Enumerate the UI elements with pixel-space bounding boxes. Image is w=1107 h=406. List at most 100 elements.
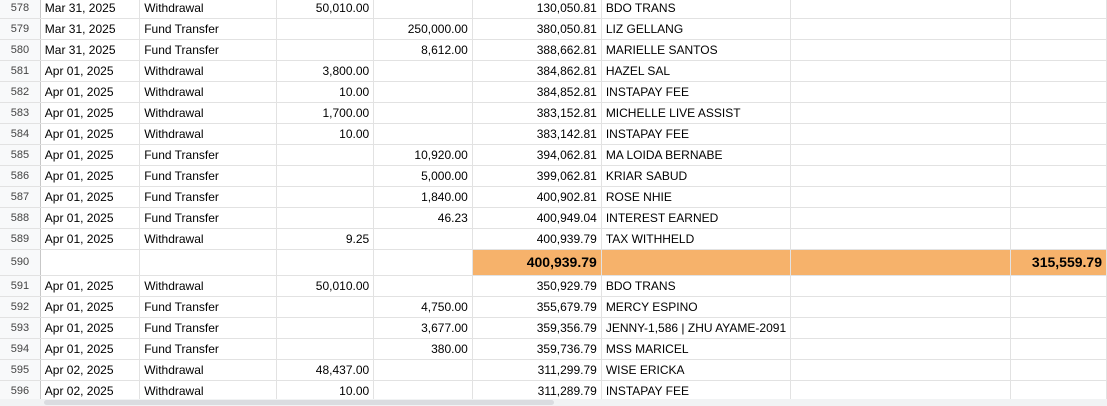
date-cell[interactable]: Apr 01, 2025 [40, 228, 141, 250]
row-header[interactable]: 581 [0, 60, 41, 82]
cell[interactable] [790, 275, 1012, 297]
balance-cell[interactable]: 400,902.81 [472, 186, 602, 208]
type-cell[interactable]: Fund Transfer [139, 338, 277, 360]
debit-cell[interactable]: 50,010.00 [276, 0, 375, 19]
table-row[interactable]: 582 Apr 01, 2025 Withdrawal 10.00 384,852.81… [0, 81, 1107, 103]
row-header[interactable]: 587 [0, 186, 41, 208]
cell[interactable] [1010, 165, 1107, 187]
cell[interactable] [1010, 296, 1107, 318]
table-row[interactable]: 592 Apr 01, 2025 Fund Transfer 4,750.00 355,… [0, 296, 1107, 318]
balance-cell[interactable]: 399,062.81 [472, 165, 602, 187]
table-row[interactable]: 586 Apr 01, 2025 Fund Transfer 5,000.00 399,… [0, 165, 1107, 187]
row-header[interactable]: 589 [0, 228, 41, 250]
cell[interactable] [1010, 207, 1107, 229]
description-cell[interactable]: WISE ERICKA [601, 359, 792, 381]
debit-cell[interactable] [276, 207, 375, 229]
table-row[interactable]: 587 Apr 01, 2025 Fund Transfer 1,840.00 400,… [0, 186, 1107, 208]
description-cell[interactable]: MARIELLE SANTOS [601, 39, 792, 61]
type-cell[interactable]: Fund Transfer [139, 186, 277, 208]
balance-cell[interactable]: 384,852.81 [472, 81, 602, 103]
debit-cell[interactable] [276, 296, 375, 318]
description-cell[interactable]: JENNY-1,586 | ZHU AYAME-2091 [601, 317, 792, 339]
date-cell[interactable]: Apr 01, 2025 [40, 275, 141, 297]
table-row[interactable]: 578 Mar 31, 2025 Withdrawal 50,010.00 130,05… [0, 0, 1107, 19]
type-cell[interactable]: Withdrawal [139, 60, 277, 82]
cell[interactable] [1010, 186, 1107, 208]
table-row[interactable]: 581 Apr 01, 2025 Withdrawal 3,800.00 384,862… [0, 60, 1107, 82]
cell[interactable] [790, 60, 1012, 82]
row-header[interactable]: 584 [0, 123, 41, 145]
row-header[interactable]: 585 [0, 144, 41, 166]
type-cell[interactable]: Fund Transfer [139, 296, 277, 318]
row-header[interactable]: 578 [0, 0, 41, 19]
description-cell[interactable]: ROSE NHIE [601, 186, 792, 208]
type-cell[interactable]: Fund Transfer [139, 207, 277, 229]
cell[interactable] [790, 317, 1012, 339]
row-header[interactable]: 588 [0, 207, 41, 229]
cell[interactable] [790, 207, 1012, 229]
description-cell[interactable]: TAX WITHHELD [601, 228, 792, 250]
balance-cell[interactable]: 394,062.81 [472, 144, 602, 166]
cell[interactable] [1010, 144, 1107, 166]
cell[interactable] [1010, 275, 1107, 297]
description-cell[interactable]: HAZEL SAL [601, 60, 792, 82]
date-cell[interactable]: Apr 01, 2025 [40, 207, 141, 229]
description-cell[interactable]: KRIAR SABUD [601, 165, 792, 187]
balance-cell[interactable]: 130,050.81 [472, 0, 602, 19]
credit-cell[interactable]: 8,612.00 [373, 39, 473, 61]
table-row[interactable]: 583 Apr 01, 2025 Withdrawal 1,700.00 383,152… [0, 102, 1107, 124]
row-header[interactable]: 590 [0, 249, 41, 276]
description-cell[interactable]: LIZ GELLANG [601, 18, 792, 40]
table-row[interactable]: 593 Apr 01, 2025 Fund Transfer 3,677.00 359,… [0, 317, 1107, 339]
cell[interactable] [1010, 39, 1107, 61]
horizontal-scrollbar-thumb[interactable] [44, 400, 554, 405]
debit-cell[interactable] [276, 165, 375, 187]
date-cell[interactable]: Apr 01, 2025 [40, 81, 141, 103]
cell[interactable] [1010, 359, 1107, 381]
credit-cell[interactable]: 5,000.00 [373, 165, 473, 187]
date-cell[interactable]: Apr 01, 2025 [40, 338, 141, 360]
type-cell[interactable]: Withdrawal [139, 228, 277, 250]
balance-cell[interactable]: 355,679.79 [472, 296, 602, 318]
credit-cell[interactable] [373, 228, 473, 250]
row-header[interactable]: 580 [0, 39, 41, 61]
description-cell[interactable]: BDO TRANS [601, 275, 792, 297]
credit-cell[interactable] [373, 359, 473, 381]
date-cell[interactable]: Apr 01, 2025 [40, 165, 141, 187]
credit-cell[interactable] [373, 81, 473, 103]
balance-cell[interactable]: 400,949.04 [472, 207, 602, 229]
table-row[interactable]: 591 Apr 01, 2025 Withdrawal 50,010.00 350,92… [0, 275, 1107, 297]
table-row[interactable]: 584 Apr 01, 2025 Withdrawal 10.00 383,142.81… [0, 123, 1107, 145]
cell[interactable] [373, 249, 473, 276]
debit-cell[interactable] [276, 338, 375, 360]
debit-cell[interactable] [276, 18, 375, 40]
type-cell[interactable]: Fund Transfer [139, 18, 277, 40]
date-cell[interactable]: Mar 31, 2025 [40, 39, 141, 61]
credit-cell[interactable] [373, 102, 473, 124]
debit-cell[interactable]: 10.00 [276, 123, 375, 145]
type-cell[interactable]: Withdrawal [139, 275, 277, 297]
date-cell[interactable]: Apr 01, 2025 [40, 123, 141, 145]
date-cell[interactable]: Apr 01, 2025 [40, 296, 141, 318]
balance-cell[interactable]: 400,939.79 [472, 228, 602, 250]
debit-cell[interactable] [276, 39, 375, 61]
row-header[interactable]: 582 [0, 81, 41, 103]
row-header[interactable]: 583 [0, 102, 41, 124]
credit-cell[interactable]: 250,000.00 [373, 18, 473, 40]
cell[interactable] [790, 0, 1012, 19]
debit-cell[interactable]: 3,800.00 [276, 60, 375, 82]
type-cell[interactable]: Withdrawal [139, 123, 277, 145]
cell[interactable] [790, 144, 1012, 166]
right-total-cell[interactable]: 315,559.79 [1010, 249, 1107, 276]
description-cell[interactable]: MERCY ESPINO [601, 296, 792, 318]
cell[interactable] [1010, 18, 1107, 40]
description-cell[interactable]: MA LOIDA BERNABE [601, 144, 792, 166]
description-cell[interactable]: MICHELLE LIVE ASSIST [601, 102, 792, 124]
description-cell[interactable]: INSTAPAY FEE [601, 123, 792, 145]
credit-cell[interactable]: 380.00 [373, 338, 473, 360]
row-header[interactable]: 591 [0, 275, 41, 297]
table-row[interactable]: 580 Mar 31, 2025 Fund Transfer 8,612.00 388,… [0, 39, 1107, 61]
balance-cell[interactable]: 359,736.79 [472, 338, 602, 360]
cell[interactable] [601, 249, 792, 276]
type-cell[interactable]: Withdrawal [139, 359, 277, 381]
